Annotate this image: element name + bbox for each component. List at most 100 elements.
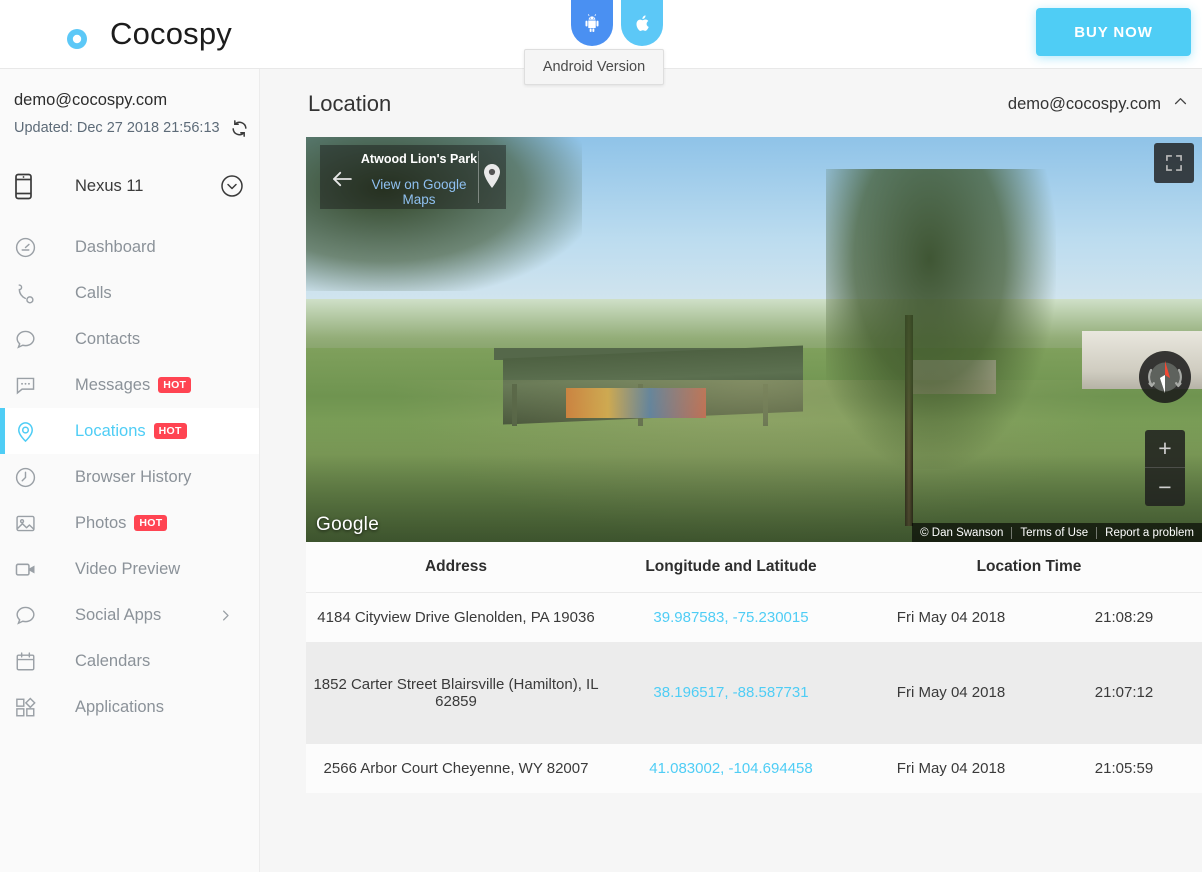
buy-now-button[interactable]: BUY NOW bbox=[1036, 8, 1191, 56]
sv-copyright: © Dan Swanson bbox=[920, 526, 1004, 539]
street-view-panel[interactable]: Atwood Lion's Park View on Google Maps +… bbox=[306, 137, 1202, 542]
sv-report-link[interactable]: Report a problem bbox=[1096, 526, 1202, 539]
sidebar-item-browser-history[interactable]: Browser History bbox=[0, 454, 259, 500]
coords-link[interactable]: 41.083002, -104.694458 bbox=[649, 760, 812, 777]
map-pin-icon[interactable] bbox=[482, 163, 502, 196]
sidebar-item-label: Messages HOT bbox=[48, 376, 192, 395]
sidebar-item-label: Applications bbox=[75, 697, 164, 716]
android-icon bbox=[582, 13, 602, 33]
hot-badge: HOT bbox=[158, 376, 192, 393]
compass-icon[interactable] bbox=[1139, 351, 1191, 403]
sidebar-item-label: Social Apps bbox=[75, 605, 162, 624]
sidebar-item-label: Locations HOT bbox=[48, 422, 187, 441]
column-header-location-time: Location Time bbox=[856, 542, 1202, 593]
chevron-up-icon[interactable] bbox=[1172, 93, 1189, 115]
account-menu[interactable]: demo@cocospy.com bbox=[1008, 93, 1189, 115]
sv-place-name: Atwood Lion's Park bbox=[360, 152, 478, 166]
tab-android-version[interactable] bbox=[571, 0, 613, 46]
arrow-left-icon[interactable] bbox=[328, 167, 356, 191]
sidebar-item-calendars[interactable]: Calendars bbox=[0, 638, 259, 684]
table-body: 4184 Cityview Drive Glenolden, PA 19036 … bbox=[306, 592, 1202, 793]
sv-zoom-controls: + − bbox=[1145, 430, 1185, 506]
table-row[interactable]: 2566 Arbor Court Cheyenne, WY 82007 41.0… bbox=[306, 743, 1202, 793]
sidebar-item-contacts[interactable]: Contacts bbox=[0, 316, 259, 362]
sidebar-item-label: Video Preview bbox=[75, 559, 181, 578]
account-menu-label: demo@cocospy.com bbox=[1007, 94, 1161, 113]
coords-link[interactable]: 38.196517, -88.587731 bbox=[653, 684, 808, 701]
cell-address: 1852 Carter Street Blairsville (Hamilton… bbox=[313, 675, 599, 710]
sidebar-item-label: Dashboard bbox=[75, 237, 156, 256]
sv-terms-link[interactable]: Terms of Use bbox=[1011, 526, 1096, 539]
column-header-address: Address bbox=[306, 542, 606, 593]
locations-table: Address Longitude and Latitude Location … bbox=[306, 542, 1202, 793]
column-header-coords: Longitude and Latitude bbox=[606, 542, 856, 593]
sidebar-item-label: Calendars bbox=[75, 651, 151, 670]
cocospy-logo-icon bbox=[44, 8, 96, 60]
coords-link[interactable]: 39.987583, -75.230015 bbox=[653, 609, 808, 626]
cell-coords: 41.083002, -104.694458 bbox=[606, 744, 856, 793]
google-logo: Google bbox=[316, 514, 380, 535]
chat-bubble-icon bbox=[14, 604, 48, 627]
dashboard-icon bbox=[14, 236, 48, 259]
sidebar-updated-label: Updated: Dec 27 2018 21:56:13 bbox=[14, 120, 220, 136]
sidebar-item-label: Browser History bbox=[75, 467, 192, 486]
sv-google-maps-link[interactable]: View on Google Maps bbox=[356, 177, 482, 207]
sidebar: demo@cocospy.com Updated: Dec 27 2018 21… bbox=[0, 69, 260, 872]
sidebar-item-calls[interactable]: Calls bbox=[0, 270, 259, 316]
phone-icon bbox=[14, 173, 48, 200]
clock-icon bbox=[14, 466, 48, 489]
phone-call-icon bbox=[14, 282, 48, 305]
main-content: Location demo@cocospy.com Atwood Lion's … bbox=[260, 69, 1202, 872]
table-row[interactable]: 1852 Carter Street Blairsville (Hamilton… bbox=[306, 641, 1202, 744]
cell-date: Fri May 04 2018 bbox=[896, 759, 1006, 777]
platform-tabs bbox=[571, 0, 663, 46]
zoom-in-button[interactable]: + bbox=[1145, 430, 1185, 468]
message-bubble-icon bbox=[14, 374, 48, 397]
hot-badge: HOT bbox=[153, 422, 187, 439]
refresh-icon[interactable] bbox=[230, 118, 250, 138]
fullscreen-icon[interactable] bbox=[1154, 143, 1194, 183]
table-row[interactable]: 4184 Cityview Drive Glenolden, PA 19036 … bbox=[306, 592, 1202, 642]
video-camera-icon bbox=[14, 558, 48, 581]
sv-divider bbox=[478, 151, 479, 203]
cell-address: 4184 Cityview Drive Glenolden, PA 19036 bbox=[317, 608, 595, 626]
sidebar-item-dashboard[interactable]: Dashboard bbox=[0, 224, 259, 270]
page-title: Location bbox=[308, 91, 392, 116]
sidebar-item-social-apps[interactable]: Social Apps bbox=[0, 592, 259, 638]
brand-name: Cocospy bbox=[110, 16, 233, 51]
apps-grid-icon bbox=[14, 696, 48, 719]
zoom-out-button[interactable]: − bbox=[1145, 468, 1185, 506]
sidebar-account-email: demo@cocospy.com bbox=[14, 91, 168, 109]
cell-time: 21:07:12 bbox=[1094, 684, 1154, 701]
cell-address: 2566 Arbor Court Cheyenne, WY 82007 bbox=[323, 759, 589, 777]
chevron-down-circle-icon[interactable] bbox=[219, 174, 245, 198]
android-version-tooltip: Android Version bbox=[524, 49, 664, 85]
sidebar-item-locations[interactable]: Locations HOT bbox=[0, 408, 259, 454]
sv-info-box: Atwood Lion's Park View on Google Maps bbox=[320, 145, 506, 209]
location-pin-icon bbox=[14, 420, 48, 443]
main-header: Location demo@cocospy.com bbox=[260, 69, 1202, 135]
tab-ios-version[interactable] bbox=[621, 0, 663, 46]
sidebar-item-label: Photos HOT bbox=[48, 514, 168, 533]
sidebar-item-label: Contacts bbox=[75, 329, 141, 348]
device-name: Nexus 11 bbox=[75, 176, 144, 195]
sidebar-item-applications[interactable]: Applications bbox=[0, 684, 259, 730]
device-selector[interactable]: Nexus 11 bbox=[0, 158, 259, 214]
cell-coords: 38.196517, -88.587731 bbox=[606, 642, 856, 744]
sidebar-item-video-preview[interactable]: Video Preview bbox=[0, 546, 259, 592]
cell-time: 21:05:59 bbox=[1094, 759, 1154, 777]
sidebar-item-photos[interactable]: Photos HOT bbox=[0, 500, 259, 546]
cell-date: Fri May 04 2018 bbox=[896, 684, 1006, 701]
brand-logo[interactable]: Cocospy bbox=[44, 8, 232, 60]
chevron-right-icon[interactable] bbox=[218, 592, 233, 638]
cell-date: Fri May 04 2018 bbox=[896, 608, 1006, 626]
sidebar-item-messages[interactable]: Messages HOT bbox=[0, 362, 259, 408]
calendar-icon bbox=[14, 650, 48, 673]
table-header: Address Longitude and Latitude Location … bbox=[306, 542, 1202, 593]
sv-attribution-bar: © Dan Swanson Terms of Use Report a prob… bbox=[912, 523, 1202, 542]
apple-icon bbox=[633, 13, 652, 34]
sidebar-nav: Dashboard Calls Contacts Messages HOT Lo… bbox=[0, 224, 259, 730]
table-header-row: Address Longitude and Latitude Location … bbox=[306, 542, 1202, 593]
cell-coords: 39.987583, -75.230015 bbox=[606, 592, 856, 642]
contacts-icon bbox=[14, 328, 48, 351]
